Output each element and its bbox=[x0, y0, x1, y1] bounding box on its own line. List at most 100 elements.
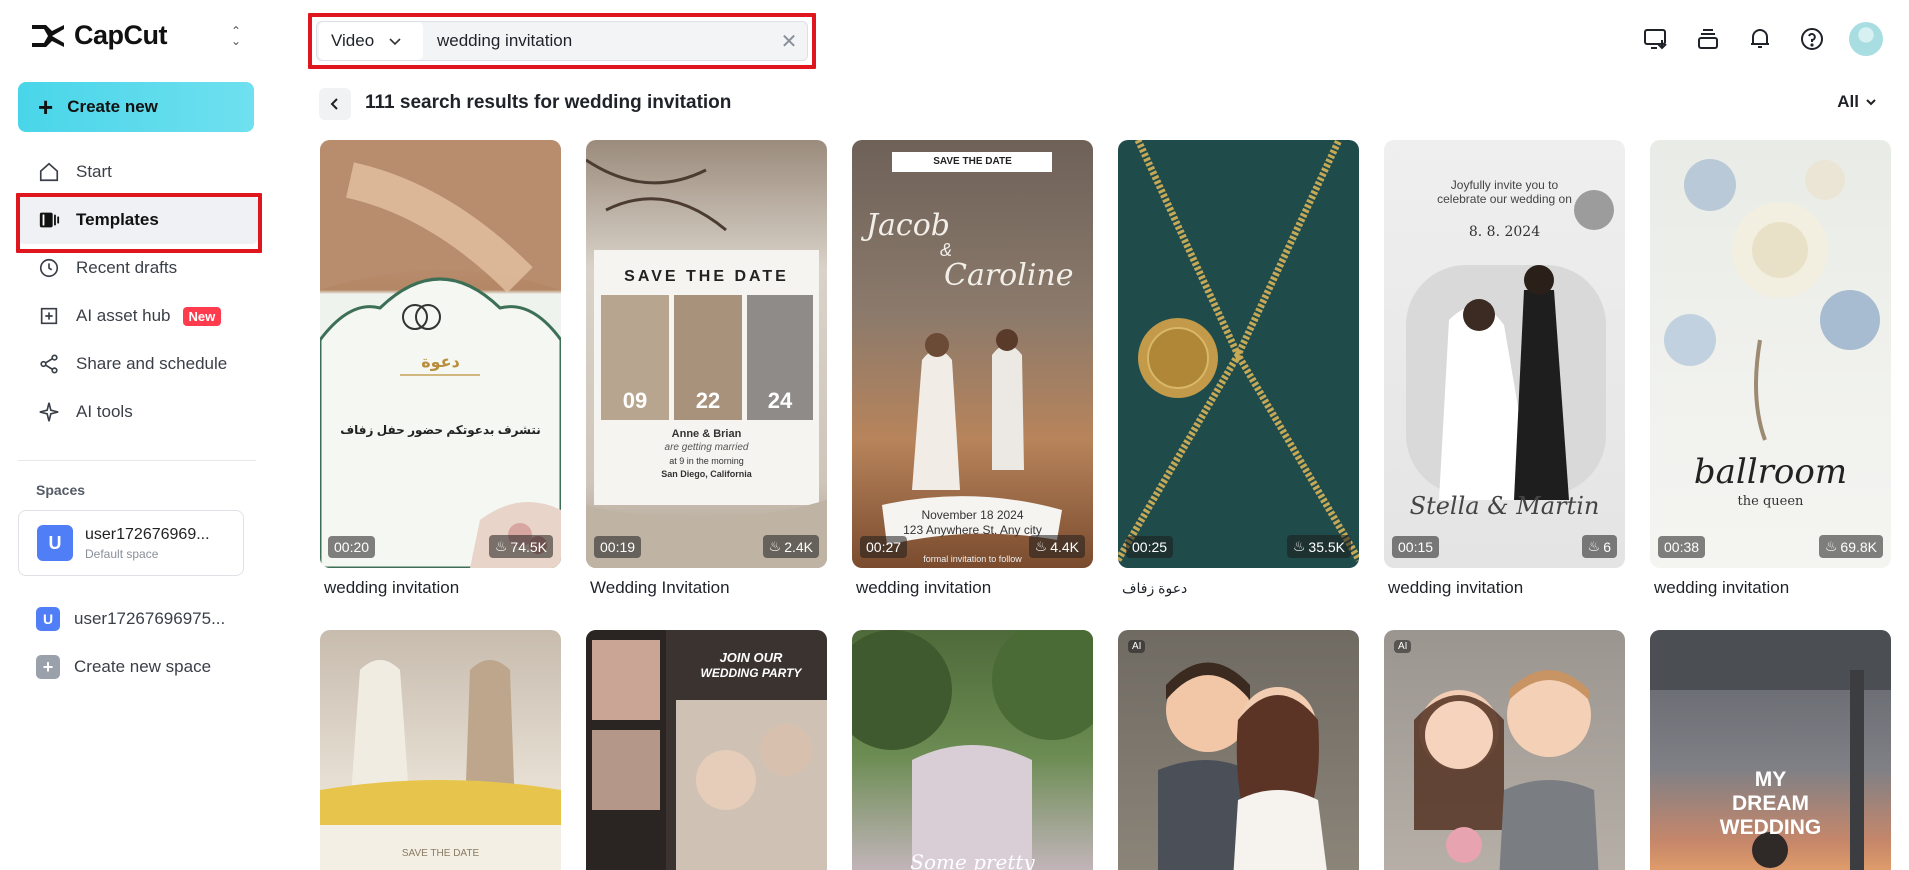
ai-badge: AI bbox=[1394, 640, 1412, 653]
template-thumbnail: ballroom the queen 00:38 ♨ 69.8K bbox=[1650, 140, 1891, 568]
art-line-1: MY bbox=[1754, 768, 1787, 791]
art-invite-line: celebrate our wedding on bbox=[1437, 192, 1572, 206]
usage-badge: ♨ 4.4K bbox=[1028, 535, 1085, 558]
art-title: دعوة bbox=[421, 354, 460, 371]
template-card[interactable]: SAVE THE DATE 09 22 24 Anne & Brian are … bbox=[586, 140, 827, 598]
filter-label: All bbox=[1837, 92, 1859, 111]
top-toolbar bbox=[1641, 22, 1883, 56]
sidebar-item-start[interactable]: Start bbox=[18, 148, 258, 196]
art-names: Stella & Martin bbox=[1409, 492, 1600, 520]
capcut-logo-icon bbox=[32, 24, 64, 47]
ai-badge: AI bbox=[1128, 640, 1146, 653]
sidebar-item-share-and-schedule[interactable]: Share and schedule bbox=[18, 340, 258, 388]
create-new-button[interactable]: + Create new bbox=[18, 82, 254, 132]
art-title: Some pretty bbox=[910, 850, 1035, 870]
template-card[interactable]: ballroom the queen 00:38 ♨ 69.8K wedding … bbox=[1650, 140, 1891, 598]
clear-search-icon[interactable]: ✕ bbox=[771, 29, 807, 54]
template-thumbnail: SAVE THE DATE bbox=[320, 630, 561, 870]
back-button[interactable] bbox=[319, 88, 351, 120]
plus-icon: + bbox=[36, 655, 60, 679]
clock-icon bbox=[39, 258, 59, 278]
template-card[interactable]: AI bbox=[1118, 630, 1359, 870]
sidebar-item-label: AI tools bbox=[76, 402, 133, 421]
sidebar-item-recent-drafts[interactable]: Recent drafts bbox=[18, 244, 258, 292]
couple-street-art bbox=[320, 660, 561, 870]
chevron-down-icon bbox=[1866, 99, 1876, 106]
app-logo[interactable]: CapCut bbox=[30, 20, 168, 51]
space-avatar: U bbox=[36, 607, 60, 631]
template-thumbnail: MY DREAM WEDDING bbox=[1650, 630, 1891, 870]
create-new-space-button[interactable]: + Create new space bbox=[36, 655, 211, 679]
art-line: are getting married bbox=[664, 442, 749, 453]
template-thumbnail: 00:25 ♨ 35.5K bbox=[1118, 140, 1359, 568]
search-input[interactable] bbox=[423, 22, 771, 60]
template-title: wedding invitation bbox=[1388, 578, 1524, 597]
flame-icon: ♨ bbox=[1034, 538, 1048, 554]
template-thumbnail: دعوة نتشرف بدعوتكم حضور حفل زفاف 00:20 ♨… bbox=[320, 140, 561, 568]
duration-badge: 00:19 bbox=[594, 536, 642, 558]
template-card[interactable]: Some pretty bbox=[852, 630, 1093, 870]
flame-icon: ♨ bbox=[1587, 538, 1601, 554]
art-name-1: Jacob bbox=[866, 208, 950, 243]
template-thumbnail: AI bbox=[1384, 630, 1625, 870]
art-line-3: WEDDING bbox=[1719, 816, 1822, 839]
current-space-card[interactable]: U user172676969... Default space bbox=[18, 510, 244, 576]
usage-count: 74.5K bbox=[510, 538, 547, 555]
template-card[interactable]: AI bbox=[1384, 630, 1625, 870]
template-card[interactable]: JOIN OUR WEDDING PARTY bbox=[586, 630, 827, 870]
art-name-2: Caroline bbox=[944, 258, 1074, 293]
art-names: Anne & Brian bbox=[671, 428, 742, 440]
space-subtitle: Default space bbox=[85, 546, 159, 561]
template-card[interactable]: Joyfully invite you to celebrate our wed… bbox=[1384, 140, 1625, 598]
space-name: user17267696975... bbox=[74, 609, 226, 628]
flame-icon: ♨ bbox=[1824, 538, 1838, 554]
sidebar-item-templates[interactable]: Templates bbox=[16, 193, 262, 253]
asset-hub-icon bbox=[40, 307, 58, 325]
template-thumbnail: Joyfully invite you to celebrate our wed… bbox=[1384, 140, 1625, 568]
usage-count: 6 bbox=[1603, 538, 1611, 555]
screen-record-icon[interactable] bbox=[1641, 24, 1671, 54]
search-highlight: Video ✕ bbox=[308, 13, 816, 69]
template-card[interactable]: 00:25 ♨ 35.5K دعوة زفاف bbox=[1118, 140, 1359, 597]
share-icon bbox=[40, 354, 58, 374]
save-the-date-art bbox=[586, 158, 827, 568]
template-title: wedding invitation bbox=[856, 578, 992, 597]
template-title: wedding invitation bbox=[1654, 578, 1790, 597]
help-icon[interactable] bbox=[1797, 24, 1827, 54]
art-title: JOIN OUR bbox=[719, 650, 783, 665]
cartoon-couple-art bbox=[1158, 662, 1327, 870]
duration-badge: 00:27 bbox=[860, 536, 908, 558]
usage-badge: ♨ 69.8K bbox=[1818, 535, 1883, 558]
sidebar-item-ai-asset-hub[interactable]: AI asset hub New bbox=[18, 292, 258, 340]
template-card[interactable]: SAVE THE DATE bbox=[320, 630, 561, 870]
sidebar-item-label: AI asset hub bbox=[76, 306, 171, 325]
usage-badge: ♨ 6 bbox=[1581, 535, 1617, 558]
template-thumbnail: AI bbox=[1118, 630, 1359, 870]
bell-icon[interactable] bbox=[1745, 24, 1775, 54]
art-date: 8. 8. 2024 bbox=[1468, 224, 1541, 240]
template-card[interactable]: MY DREAM WEDDING bbox=[1650, 630, 1891, 870]
workspace-switch-icon[interactable]: ⌃ ⌄ bbox=[228, 25, 244, 48]
template-card[interactable]: SAVE THE DATE Jacob & Caroline November … bbox=[852, 140, 1093, 598]
templates-icon bbox=[39, 212, 60, 228]
template-title: دعوة زفاف bbox=[1122, 580, 1188, 596]
user-avatar[interactable] bbox=[1849, 22, 1883, 56]
sidebar-item-label: Templates bbox=[76, 210, 159, 229]
art-day: 09 bbox=[622, 388, 648, 413]
sidebar-divider bbox=[18, 460, 256, 461]
template-card[interactable]: دعوة نتشرف بدعوتكم حضور حفل زفاف 00:20 ♨… bbox=[320, 140, 561, 598]
search-type-dropdown[interactable]: Video bbox=[319, 22, 423, 60]
other-space-item[interactable]: U user17267696975... bbox=[36, 607, 225, 631]
template-title: Wedding Invitation bbox=[590, 578, 730, 597]
create-new-label: Create new bbox=[67, 97, 158, 116]
space-name: user172676969... bbox=[85, 525, 210, 543]
forest-sky-art bbox=[852, 630, 1093, 870]
duration-badge: 00:38 bbox=[1658, 536, 1706, 558]
art-subtitle: WEDDING PARTY bbox=[700, 666, 802, 680]
duration-badge: 00:25 bbox=[1126, 536, 1174, 558]
results-filter-dropdown[interactable]: All bbox=[1837, 92, 1877, 112]
home-icon bbox=[39, 162, 59, 182]
storage-icon[interactable] bbox=[1693, 24, 1723, 54]
sidebar-item-ai-tools[interactable]: AI tools bbox=[18, 388, 258, 436]
sidebar-item-label: Start bbox=[76, 162, 112, 181]
